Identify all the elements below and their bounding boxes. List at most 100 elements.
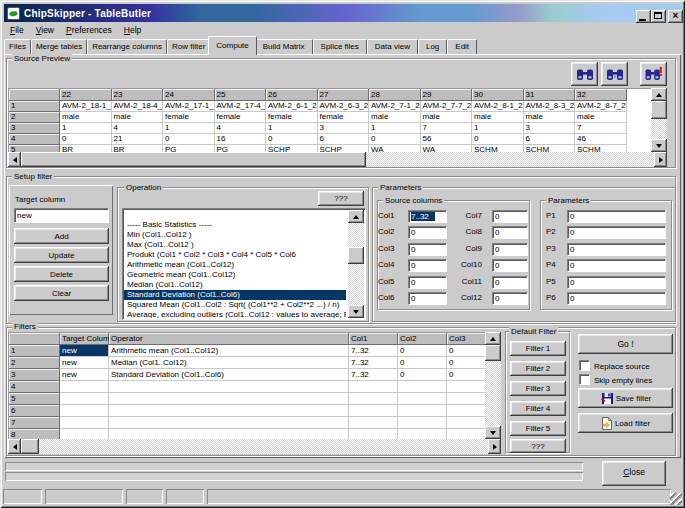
delete-button[interactable]: Delete <box>14 266 109 282</box>
preview-cell[interactable]: male <box>421 112 473 123</box>
operation-item[interactable]: Produkt (Col1 * Col2 * Col3 * Col4 * Col… <box>124 250 346 260</box>
filters-cell-col1[interactable] <box>349 429 398 439</box>
preview-cell[interactable]: male <box>60 112 112 123</box>
source-col-input-col2[interactable]: 0 <box>408 226 447 239</box>
filters-cell-col1[interactable] <box>349 417 398 429</box>
find-next-button[interactable] <box>601 62 628 86</box>
preview-cell[interactable]: 7 <box>421 123 473 134</box>
filters-cell-operator[interactable] <box>109 393 349 405</box>
filters-cell-operator[interactable] <box>109 405 349 417</box>
preview-cell[interactable]: AVM-2_17-1_25 <box>163 101 215 112</box>
preview-cell[interactable]: AVM-2_7-1_25 <box>369 101 421 112</box>
param-input-p1[interactable]: 0 <box>567 210 666 223</box>
source-col-input-col1[interactable]: 7..32 <box>408 210 447 223</box>
tab-edit[interactable]: Edit <box>447 39 477 54</box>
preview-cell[interactable]: 1 <box>163 123 215 134</box>
tab-build-matrix[interactable]: Build Matrix <box>255 39 313 54</box>
preview-cell[interactable]: AVM-2_6-3_25 <box>318 101 370 112</box>
preview-cell[interactable]: female <box>215 112 267 123</box>
preview-cell[interactable]: AVM-2_8-3_25 <box>524 101 576 112</box>
tab-files[interactable]: Files <box>4 39 31 54</box>
preview-cell[interactable]: AVM-2_18-1_25 <box>60 101 112 112</box>
filters-scroll-right-button[interactable] <box>488 439 501 454</box>
filters-hscroll-track[interactable] <box>8 439 501 454</box>
filters-cell-col1[interactable]: 7..32 <box>349 357 398 369</box>
filters-cell-col1[interactable] <box>349 381 398 393</box>
operation-item[interactable]: Squared Mean (Col1..Col2 : Sqrt( (Col1**… <box>124 300 346 310</box>
filters-cell-operator[interactable] <box>109 417 349 429</box>
filters-cell-col3[interactable] <box>447 417 485 429</box>
operation-scroll-up-button[interactable] <box>348 210 364 223</box>
filters-cell-target[interactable]: new <box>60 369 109 381</box>
preview-cell[interactable]: 1 <box>369 123 421 134</box>
preview-cell[interactable]: SCHM <box>524 145 576 152</box>
filters-cell-target[interactable] <box>60 429 109 439</box>
source-col-input-col10[interactable]: 0 <box>492 259 528 272</box>
resize-grip[interactable] <box>670 493 682 505</box>
filters-cell-target[interactable]: new <box>60 345 109 357</box>
filters-cell-col3[interactable] <box>447 405 485 417</box>
tab-splice-files[interactable]: Splice files <box>313 39 367 54</box>
source-col-input-col11[interactable]: 0 <box>492 276 528 289</box>
filters-cell-col3[interactable] <box>447 381 485 393</box>
preview-cell[interactable]: WA <box>421 145 473 152</box>
operation-item[interactable]: Standard Deviation (Col1..Col6) <box>124 290 346 300</box>
filters-cell-operator[interactable] <box>109 429 349 439</box>
preview-cell[interactable]: PG <box>215 145 267 152</box>
preview-scroll-left-button[interactable] <box>8 152 21 167</box>
target-column-input[interactable]: new <box>14 208 109 223</box>
find-button[interactable] <box>571 62 598 86</box>
preview-cell[interactable]: 7 <box>575 123 627 134</box>
preview-cell[interactable]: 16 <box>215 134 267 145</box>
filters-cell-target[interactable] <box>60 405 109 417</box>
operation-scroll-thumb[interactable] <box>348 247 364 264</box>
close-button[interactable]: Close <box>602 461 666 486</box>
filters-hscroll-thumb[interactable] <box>21 439 39 454</box>
default-filter-button-6[interactable]: ??? <box>510 439 566 453</box>
param-input-p4[interactable]: 0 <box>567 259 666 272</box>
update-button[interactable]: Update <box>14 247 109 263</box>
tab-row-filter[interactable]: Row filter <box>167 39 210 54</box>
filters-cell-col1[interactable] <box>349 405 398 417</box>
preview-scroll-down-button[interactable] <box>651 139 667 152</box>
param-input-p2[interactable]: 0 <box>567 226 666 239</box>
tab-compute[interactable]: Compute <box>208 36 256 55</box>
preview-scroll-right-button[interactable] <box>654 152 667 167</box>
filters-scroll-left-button[interactable] <box>8 439 21 454</box>
filters-cell-col1[interactable]: 7..32 <box>349 345 398 357</box>
filters-cell-col3[interactable]: 0 <box>447 357 485 369</box>
preview-cell[interactable]: male <box>575 112 627 123</box>
operation-item[interactable]: Average, excluding outliers (Col1..Col12… <box>124 310 346 318</box>
filters-cell-col2[interactable] <box>398 417 447 429</box>
filters-cell-operator[interactable]: Median (Col1..Col12) <box>109 357 349 369</box>
filters-cell-col2[interactable] <box>398 405 447 417</box>
param-input-p3[interactable]: 0 <box>567 243 666 256</box>
param-input-p5[interactable]: 0 <box>567 276 666 289</box>
tab-merge-tables[interactable]: Merge tables <box>31 39 87 54</box>
preview-cell[interactable]: male <box>369 112 421 123</box>
find-all-button[interactable]: ! <box>640 62 667 86</box>
tab-rearrange-columns[interactable]: Rearrange columns <box>87 39 167 54</box>
preview-cell[interactable]: female <box>266 112 318 123</box>
preview-cell[interactable]: 3 <box>524 123 576 134</box>
preview-scroll-up-button[interactable] <box>651 88 667 101</box>
filters-cell-target[interactable] <box>60 417 109 429</box>
operation-item[interactable]: Arithmetic mean (Col1..Col12) <box>124 260 346 270</box>
preview-cell[interactable]: WA <box>369 145 421 152</box>
filters-cell-col2[interactable]: 0 <box>398 369 447 381</box>
filters-cell-col3[interactable]: 0 <box>447 345 485 357</box>
preview-cell[interactable]: 6 <box>524 134 576 145</box>
preview-cell[interactable]: AVM-2_8-1_25 <box>472 101 524 112</box>
operation-scroll-down-button[interactable] <box>348 305 364 318</box>
operation-item[interactable]: ----- Basic Statistics ----- <box>124 220 346 230</box>
param-input-p6[interactable]: 0 <box>567 292 666 305</box>
preview-cell[interactable]: AVM-2_7-7_25 <box>421 101 473 112</box>
filters-cell-col3[interactable] <box>447 393 485 405</box>
source-col-input-col8[interactable]: 0 <box>492 226 528 239</box>
preview-cell[interactable]: female <box>163 112 215 123</box>
preview-cell[interactable]: SCHM <box>575 145 627 152</box>
filters-cell-operator[interactable] <box>109 381 349 393</box>
filters-scroll-down-button[interactable] <box>485 426 501 439</box>
filters-cell-col2[interactable] <box>398 381 447 393</box>
default-filter-button-5[interactable]: Filter 5 <box>510 421 566 436</box>
